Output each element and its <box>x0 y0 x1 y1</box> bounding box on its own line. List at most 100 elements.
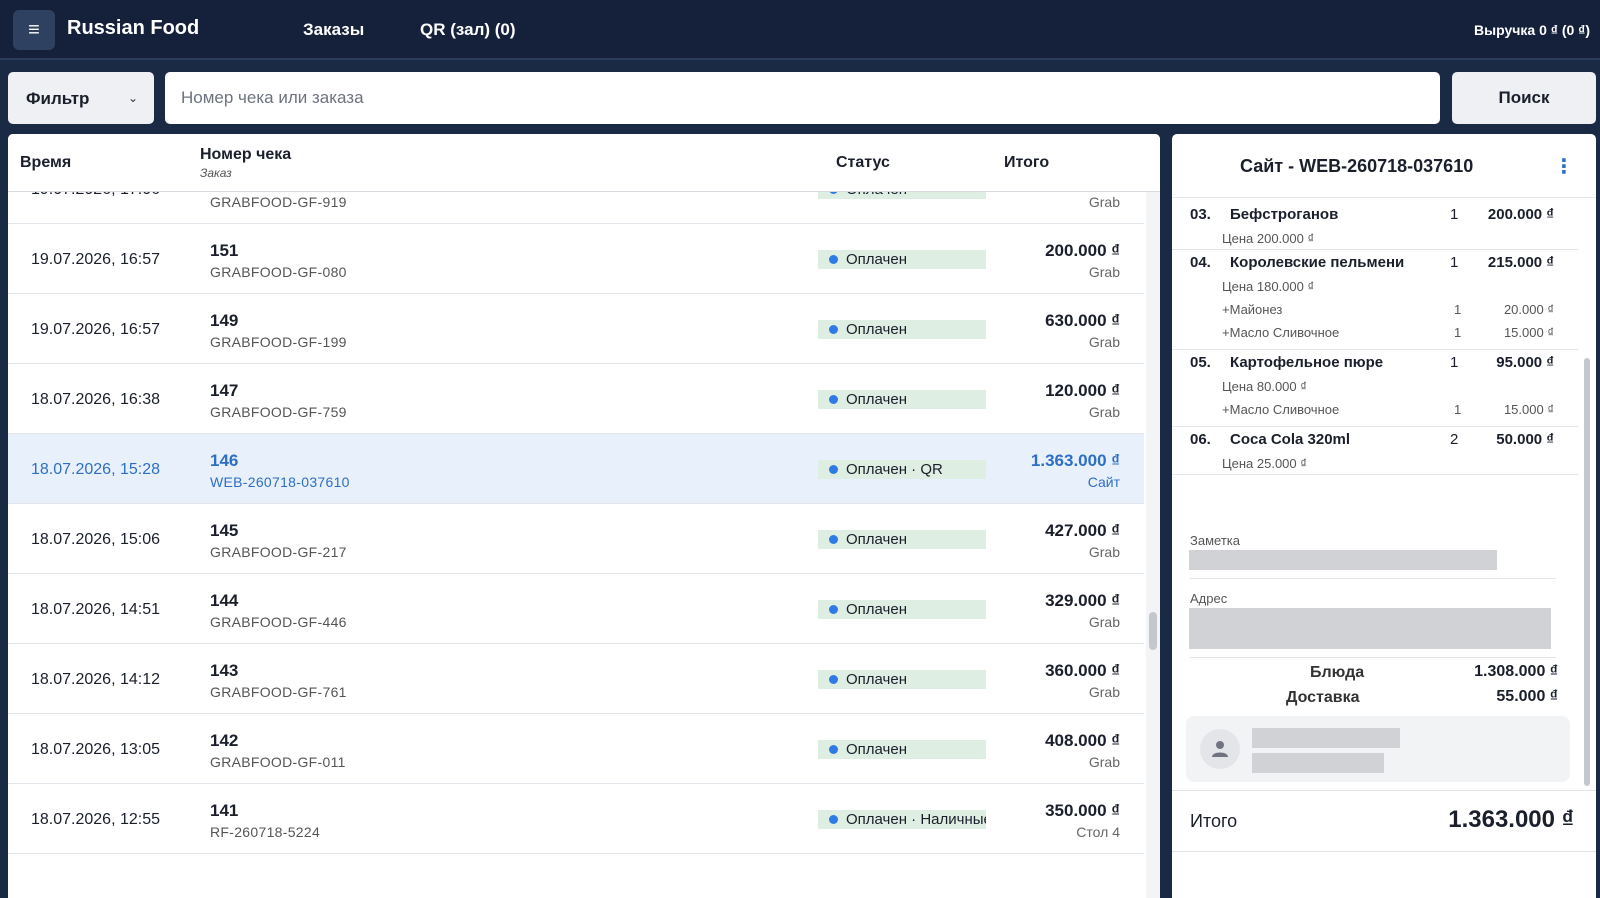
status-dot-icon <box>829 395 838 404</box>
orders-scrollbar-track[interactable] <box>1146 192 1160 898</box>
row-source: Grab <box>1088 264 1120 280</box>
table-header: Время Номер чека Заказ Статус Итого <box>8 134 1160 192</box>
table-row[interactable]: 19.07.2026, 16:57 149 GRABFOOD-GF-199 Оплач… <box>8 294 1144 364</box>
item-qty: 1 <box>1450 254 1459 271</box>
item-name: Coca Cola 320ml <box>1230 431 1351 448</box>
col-receipt[interactable]: Номер чека <box>200 146 291 164</box>
item-name: Королевские пельмени <box>1230 254 1405 271</box>
nav-qr-hall[interactable]: QR (зал) (0) <box>420 20 516 40</box>
person-icon <box>1212 741 1228 757</box>
table-row[interactable]: 18.07.2026, 16:38 147 GRABFOOD-GF-759 Оплач… <box>8 364 1144 434</box>
status-badge: Оплачен <box>818 250 986 269</box>
status-text: Оплачен · Наличные <box>846 811 986 828</box>
search-button[interactable]: Поиск <box>1452 72 1596 124</box>
search-input[interactable] <box>165 72 1440 124</box>
item-index: 03. <box>1190 206 1211 223</box>
status-dot-icon <box>829 465 838 474</box>
modifier-name: +Масло Сливочное <box>1222 402 1340 417</box>
revenue-label: Выручка <box>1474 22 1536 38</box>
row-source: Сайт <box>1087 474 1120 490</box>
status-badge: Оплачен · Наличные <box>818 810 986 829</box>
item-price: Цена 180.000 ₫ <box>1222 279 1315 294</box>
note-label: Заметка <box>1190 533 1240 548</box>
status-text: Оплачен <box>846 391 907 408</box>
row-source: Grab <box>1088 404 1120 420</box>
row-source: Стол 4 <box>1076 824 1120 840</box>
app-title: Russian Food <box>67 17 200 39</box>
order-item[interactable]: 03. Бефстроганов 1 200.000 ₫ Цена 200.000 ₫ <box>1172 202 1578 250</box>
row-time: 18.07.2026, 15:28 <box>31 461 161 478</box>
detail-header: Сайт - WEB-260718-037610 ⋮ <box>1172 134 1596 198</box>
row-code: GRABFOOD-GF-919 <box>210 194 347 210</box>
order-item[interactable]: 06. Coca Cola 320ml 2 50.000 ₫ Цена 25.000 ₫ <box>1172 427 1578 475</box>
row-number: 147 <box>210 381 239 400</box>
filter-dropdown[interactable]: Фильтр ⌄ <box>8 72 154 124</box>
row-number: 146 <box>210 451 239 470</box>
row-code: RF-260718-5224 <box>210 824 321 840</box>
row-source: Grab <box>1088 754 1120 770</box>
row-source: Grab <box>1088 684 1120 700</box>
item-price: Цена 80.000 ₫ <box>1222 379 1307 394</box>
item-qty: 1 <box>1450 354 1459 371</box>
status-text: Оплачен <box>846 531 907 548</box>
row-time: 18.07.2026, 16:38 <box>31 391 161 408</box>
item-index: 05. <box>1190 354 1211 371</box>
status-dot-icon <box>829 605 838 614</box>
nav-orders[interactable]: Заказы <box>303 20 364 40</box>
top-bar: ≡ Russian Food Заказы QR (зал) (0) Выруч… <box>0 0 1600 60</box>
address-label: Адрес <box>1190 591 1228 606</box>
row-source: Grab <box>1088 334 1120 350</box>
table-row[interactable]: 18.07.2026, 15:28 146 WEB-260718-037610 Опл… <box>8 434 1144 504</box>
item-index: 04. <box>1190 254 1211 271</box>
customer-card[interactable] <box>1186 716 1570 782</box>
row-total: 1.363.000 ₫ <box>1030 451 1120 470</box>
item-qty: 1 <box>1450 206 1459 223</box>
status-badge: Оплачен <box>818 600 986 619</box>
row-source: Grab <box>1088 544 1120 560</box>
note-redacted <box>1189 550 1497 570</box>
status-badge: Оплачен <box>818 670 986 689</box>
col-status[interactable]: Статус <box>836 154 890 172</box>
status-dot-icon <box>829 325 838 334</box>
modifier-qty: 1 <box>1454 402 1462 417</box>
row-number: 149 <box>210 311 239 330</box>
table-row[interactable]: 19.07.2026, 16:57 151 GRABFOOD-GF-080 Оплач… <box>8 224 1144 294</box>
row-total: 120.000 ₫ <box>1045 381 1120 400</box>
row-time: 19.07.2026, 16:57 <box>31 251 161 268</box>
table-row[interactable]: 18.07.2026, 13:05 142 GRABFOOD-GF-011 Оплач… <box>8 714 1144 784</box>
row-number: 145 <box>210 521 239 540</box>
more-options-icon[interactable]: ⋮ <box>1554 154 1574 179</box>
status-badge: Оплачен <box>818 390 986 409</box>
delivery-value: 55.000 ₫ <box>1496 688 1558 705</box>
total-label: Итого <box>1190 811 1238 831</box>
modifier-name: +Масло Сливочное <box>1222 325 1340 340</box>
avatar <box>1200 729 1240 769</box>
detail-scrollbar-thumb[interactable] <box>1584 358 1590 786</box>
row-code: GRABFOOD-GF-446 <box>210 614 347 630</box>
table-row[interactable]: 18.07.2026, 14:12 143 GRABFOOD-GF-761 Оплач… <box>8 644 1144 714</box>
order-item[interactable]: 05. Картофельное пюре 1 95.000 ₫ Цена 80.000… <box>1172 350 1578 427</box>
row-code: GRABFOOD-GF-759 <box>210 404 347 420</box>
row-source: Grab <box>1088 614 1120 630</box>
row-code: GRABFOOD-GF-217 <box>210 544 347 560</box>
row-total: 329.000 ₫ <box>1045 591 1120 610</box>
menu-icon[interactable]: ≡ <box>13 10 55 50</box>
row-time: 18.07.2026, 14:51 <box>31 601 161 618</box>
order-item[interactable]: 04. Королевские пельмени 1 215.000 ₫ Цена 18… <box>1172 250 1578 350</box>
row-number: 144 <box>210 591 239 610</box>
modifier-amount: 15.000 ₫ <box>1503 402 1554 417</box>
table-row[interactable]: 18.07.2026, 15:06 145 GRABFOOD-GF-217 Оплач… <box>8 504 1144 574</box>
row-total: 360.000 ₫ <box>1045 661 1120 680</box>
item-price: Цена 200.000 ₫ <box>1222 231 1315 246</box>
col-total[interactable]: Итого <box>1004 154 1049 172</box>
row-code: GRABFOOD-GF-080 <box>210 264 347 280</box>
col-time[interactable]: Время <box>20 154 71 172</box>
detail-total: Итого 1.363.000 ₫ <box>1172 790 1596 852</box>
row-total: 408.000 ₫ <box>1045 731 1120 750</box>
orders-scrollbar-thumb[interactable] <box>1149 612 1157 650</box>
row-code: GRABFOOD-GF-199 <box>210 334 347 350</box>
table-row[interactable]: 18.07.2026, 12:55 141 RF-260718-5224 Оплаче… <box>8 784 1144 854</box>
row-time: 18.07.2026, 12:55 <box>31 811 161 828</box>
status-dot-icon <box>829 815 838 824</box>
table-row[interactable]: 18.07.2026, 14:51 144 GRABFOOD-GF-446 Оплач… <box>8 574 1144 644</box>
